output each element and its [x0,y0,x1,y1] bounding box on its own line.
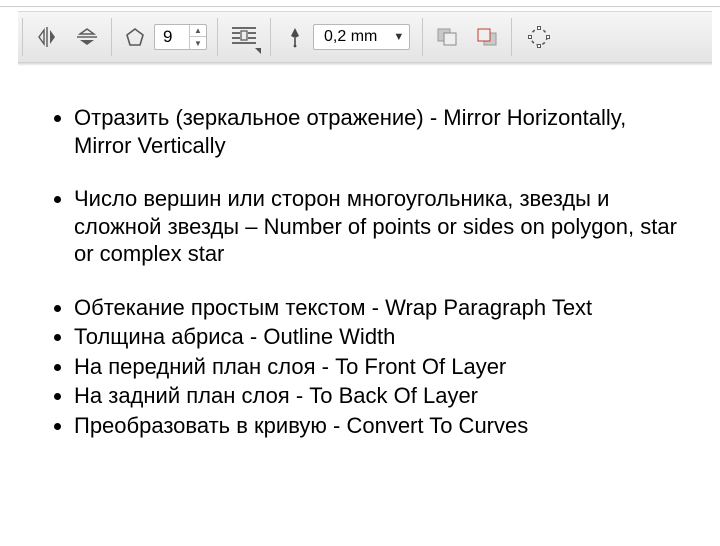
wrap-text-icon [231,24,257,50]
list-item: Преобразовать в кривую - Convert To Curv… [74,412,680,440]
list-item: Число вершин или сторон многоугольника, … [74,185,680,268]
mirror-vertical-icon [76,26,98,48]
slide: 9 ▲ ▼ [0,6,720,546]
spin-up[interactable]: ▲ [190,25,206,37]
list-item: Отразить (зеркальное отражение) - Mirror… [74,104,680,159]
outline-width-value: 0,2 mm [314,25,387,49]
mirror-vertical-button[interactable] [67,12,107,62]
outline-pen-icon [285,26,305,48]
arrange-group [427,12,507,62]
list-item: На передний план слоя - To Front Of Laye… [74,353,680,381]
spin-down[interactable]: ▼ [190,37,206,49]
convert-to-curves-icon [527,25,551,49]
polygon-sides-input[interactable]: 9 ▲ ▼ [154,24,207,50]
spinner: ▲ ▼ [189,25,206,49]
to-back-of-layer-button[interactable] [467,26,507,48]
dropdown-arrow[interactable]: ▼ [387,31,409,43]
flyout-indicator [255,48,261,54]
polygon-sides-value: 9 [155,25,189,49]
outline-width-group: 0,2 mm ▼ [275,12,418,62]
separator [422,18,423,56]
polygon-sides-group: 9 ▲ ▼ [116,12,213,62]
to-front-of-layer-button[interactable] [427,26,467,48]
separator [511,18,512,56]
list-item: На задний план слоя - To Back Of Layer [74,382,680,410]
mirror-horizontal-button[interactable] [27,12,67,62]
to-front-of-layer-icon [435,26,459,48]
separator [270,18,271,56]
property-bar: 9 ▲ ▼ [18,11,712,63]
wrap-text-button[interactable] [222,12,266,62]
separator [22,18,23,56]
separator [217,18,218,56]
bullet-list: Отразить (зеркальное отражение) - Mirror… [28,104,680,439]
divider-top [0,6,720,7]
separator [111,18,112,56]
list-item: Обтекание простым текстом - Wrap Paragra… [74,294,680,322]
polygon-icon [125,27,145,47]
mirror-horizontal-icon [36,26,58,48]
content: Отразить (зеркальное отражение) - Mirror… [0,66,720,439]
toolbar-wrap: 9 ▲ ▼ [18,11,712,63]
to-back-of-layer-icon [475,26,499,48]
convert-to-curves-button[interactable] [516,12,562,62]
outline-width-input[interactable]: 0,2 mm ▼ [313,24,410,50]
list-item: Толщина абриса - Outline Width [74,323,680,351]
